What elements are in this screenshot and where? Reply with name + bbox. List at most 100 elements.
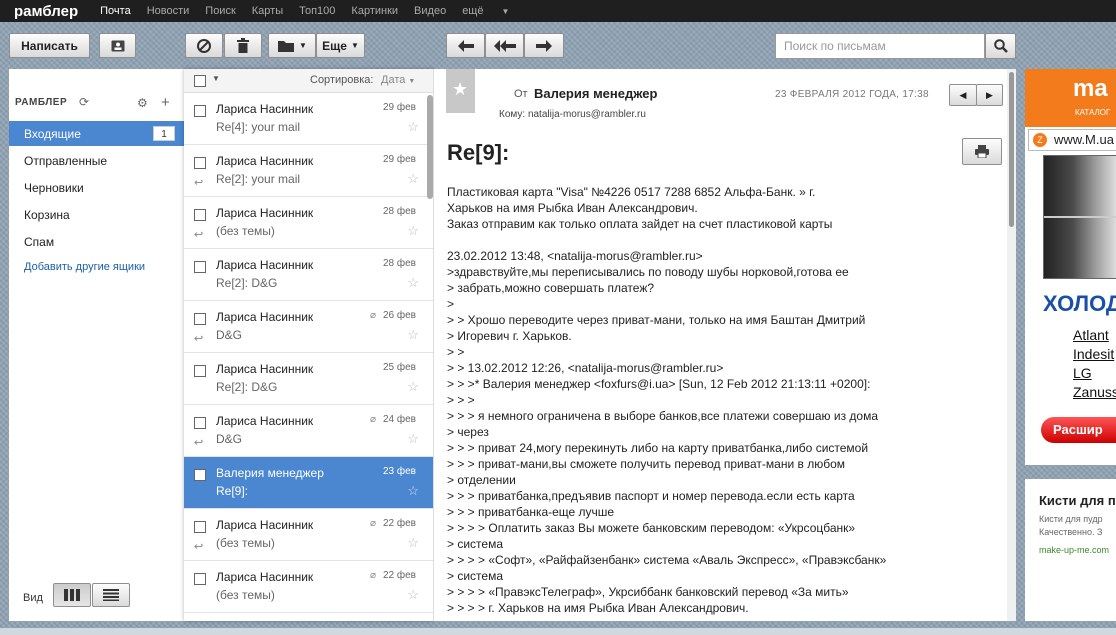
previous-message-button[interactable]: ◀ xyxy=(949,84,977,106)
body-line: > забрать,можно совершать платеж? xyxy=(447,281,655,295)
nav-more[interactable]: ещё ▼ xyxy=(462,5,525,17)
row-subject: (без темы) xyxy=(216,536,275,550)
search-button[interactable] xyxy=(985,33,1016,59)
message-row[interactable]: Лариса Насинник Re[2]: D&G 25 фев ☆ xyxy=(184,353,433,405)
row-date: 22 фев xyxy=(382,570,416,581)
view-columns-button[interactable] xyxy=(53,583,91,607)
fridge-image xyxy=(1043,155,1116,279)
view-label: Вид xyxy=(23,592,43,604)
star-icon[interactable]: ☆ xyxy=(407,483,419,499)
to-email[interactable]: natalija-morus@rambler.ru xyxy=(528,109,646,120)
more-actions-button[interactable]: Еще ▼ xyxy=(316,33,365,58)
message-row[interactable]: Лариса Насинник Re[2]: D&G 28 фев ☆ xyxy=(184,249,433,301)
compose-button[interactable]: Написать xyxy=(9,33,90,58)
nav-maps[interactable]: Карты xyxy=(252,5,283,17)
row-checkbox[interactable] xyxy=(194,209,206,221)
message-row[interactable]: ↩ Лариса Насинник D&G ⌀ 24 фев ☆ xyxy=(184,405,433,457)
text-ad-url[interactable]: make-up-me.com xyxy=(1039,545,1109,555)
row-checkbox[interactable] xyxy=(194,365,206,377)
caret-down-icon[interactable]: ▼ xyxy=(212,74,220,83)
next-message-button[interactable]: ▶ xyxy=(976,84,1003,106)
nav-top100[interactable]: Топ100 xyxy=(299,5,335,17)
refresh-icon[interactable]: ⟳ xyxy=(79,95,89,109)
ad-brand-link[interactable]: Zanuss xyxy=(1073,384,1116,400)
nav-mail[interactable]: Почта xyxy=(100,5,131,17)
reply-all-button[interactable] xyxy=(485,33,524,58)
select-all-checkbox[interactable] xyxy=(194,75,206,87)
text-ad-title[interactable]: Кисти для п xyxy=(1039,493,1116,508)
star-icon[interactable]: ☆ xyxy=(407,171,419,187)
message-row[interactable]: ↩ Лариса Насинник D&G ⌀ 26 фев ☆ xyxy=(184,301,433,353)
print-button[interactable] xyxy=(962,138,1002,165)
star-icon[interactable]: ☆ xyxy=(407,327,419,343)
sort-dropdown[interactable]: Дата ▼ xyxy=(381,74,415,86)
nav-images[interactable]: Картинки xyxy=(351,5,398,17)
from-name[interactable]: Валерия менеджер xyxy=(534,86,657,101)
row-subject: Re[9]: xyxy=(216,484,249,498)
add-mailboxes-link[interactable]: Добавить другие ящики xyxy=(24,261,145,273)
body-line: 23.02.2012 13:48, <natalija-morus@ramble… xyxy=(447,249,703,263)
banner-ad[interactable]: ma КАТАЛОГ Zwww.M.ua ХОЛОД Atlant Indesi… xyxy=(1025,69,1116,465)
star-icon[interactable]: ☆ xyxy=(407,223,419,239)
text-ad[interactable]: Кисти для п Кисти для пудр Качественно. … xyxy=(1025,479,1116,621)
folder-spam[interactable]: Спам xyxy=(9,229,184,254)
delete-button[interactable] xyxy=(224,33,262,58)
add-icon[interactable]: + xyxy=(161,94,170,111)
ad-cta-button[interactable]: Расшир xyxy=(1041,417,1116,443)
nav-search[interactable]: Поиск xyxy=(205,5,235,17)
message-row[interactable]: ↩ Лариса Насинник (без темы) 28 фев ☆ xyxy=(184,197,433,249)
ad-brand-link[interactable]: Indesit xyxy=(1073,346,1114,362)
body-line: > > > > г. Харьков на имя Рыбка Иван Але… xyxy=(447,601,749,615)
message-row[interactable]: ↩ Лариса Насинник Re[2]: your mail 29 фе… xyxy=(184,145,433,197)
nav-video[interactable]: Видео xyxy=(414,5,446,17)
row-checkbox[interactable] xyxy=(194,469,206,481)
folder-trash[interactable]: Корзина xyxy=(9,202,184,227)
row-date: 25 фев xyxy=(382,362,416,373)
search-input[interactable] xyxy=(775,33,985,59)
star-icon[interactable]: ☆ xyxy=(407,119,419,135)
body-line: > через xyxy=(447,425,489,439)
folder-inbox[interactable]: Входящие 1 xyxy=(9,121,184,146)
rambler-logo[interactable]: рамблер xyxy=(14,3,78,20)
row-date: 24 фев xyxy=(382,414,416,425)
row-checkbox[interactable] xyxy=(194,105,206,117)
spam-button[interactable] xyxy=(185,33,223,58)
move-folder-button[interactable]: ▼ xyxy=(268,33,316,58)
folder-drafts[interactable]: Черновики xyxy=(9,175,184,200)
ad-brand-link[interactable]: LG xyxy=(1073,365,1092,381)
row-subject: Re[2]: your mail xyxy=(216,172,301,186)
message-row-selected[interactable]: Валерия менеджер Re[9]: 23 фев ☆ xyxy=(184,457,433,509)
reply-button[interactable] xyxy=(446,33,485,58)
row-checkbox[interactable] xyxy=(194,573,206,585)
row-checkbox[interactable] xyxy=(194,417,206,429)
folder-sent[interactable]: Отправленные xyxy=(9,148,184,173)
viewer-scrollbar-thumb[interactable] xyxy=(1009,72,1014,227)
row-subject: (без темы) xyxy=(216,588,275,602)
star-icon[interactable]: ☆ xyxy=(407,587,419,603)
sort-label: Сортировка: xyxy=(310,74,374,86)
star-icon[interactable]: ☆ xyxy=(407,275,419,291)
top-nav: Почта Новости Поиск Карты Топ100 Картинк… xyxy=(100,5,541,17)
message-row[interactable]: Лариса Насинник (без темы) ⌀ 22 фев ☆ xyxy=(184,561,433,613)
flag-star-button[interactable]: ★ xyxy=(446,69,475,113)
star-icon[interactable]: ☆ xyxy=(407,431,419,447)
row-date: 28 фев xyxy=(382,258,416,269)
star-icon[interactable]: ☆ xyxy=(407,535,419,551)
row-checkbox[interactable] xyxy=(194,261,206,273)
row-checkbox[interactable] xyxy=(194,157,206,169)
view-list-button[interactable] xyxy=(92,583,130,607)
attachment-icon: ⌀ xyxy=(369,414,376,425)
gear-icon[interactable]: ⚙ xyxy=(137,96,148,110)
star-icon[interactable]: ☆ xyxy=(407,379,419,395)
reply-all-icon xyxy=(493,39,516,52)
message-row[interactable]: ↩ Лариса Насинник (без темы) ⌀ 22 фев ☆ xyxy=(184,509,433,561)
nav-news[interactable]: Новости xyxy=(147,5,190,17)
forward-button[interactable] xyxy=(524,33,564,58)
message-row[interactable]: Лариса Насинник Re[4]: your mail 29 фев … xyxy=(184,93,433,145)
list-scrollbar[interactable] xyxy=(427,95,433,199)
ad-brand-link[interactable]: Atlant xyxy=(1073,327,1109,343)
row-checkbox[interactable] xyxy=(194,521,206,533)
contacts-button[interactable] xyxy=(99,33,136,58)
row-subject: Re[4]: your mail xyxy=(216,120,301,134)
row-checkbox[interactable] xyxy=(194,313,206,325)
